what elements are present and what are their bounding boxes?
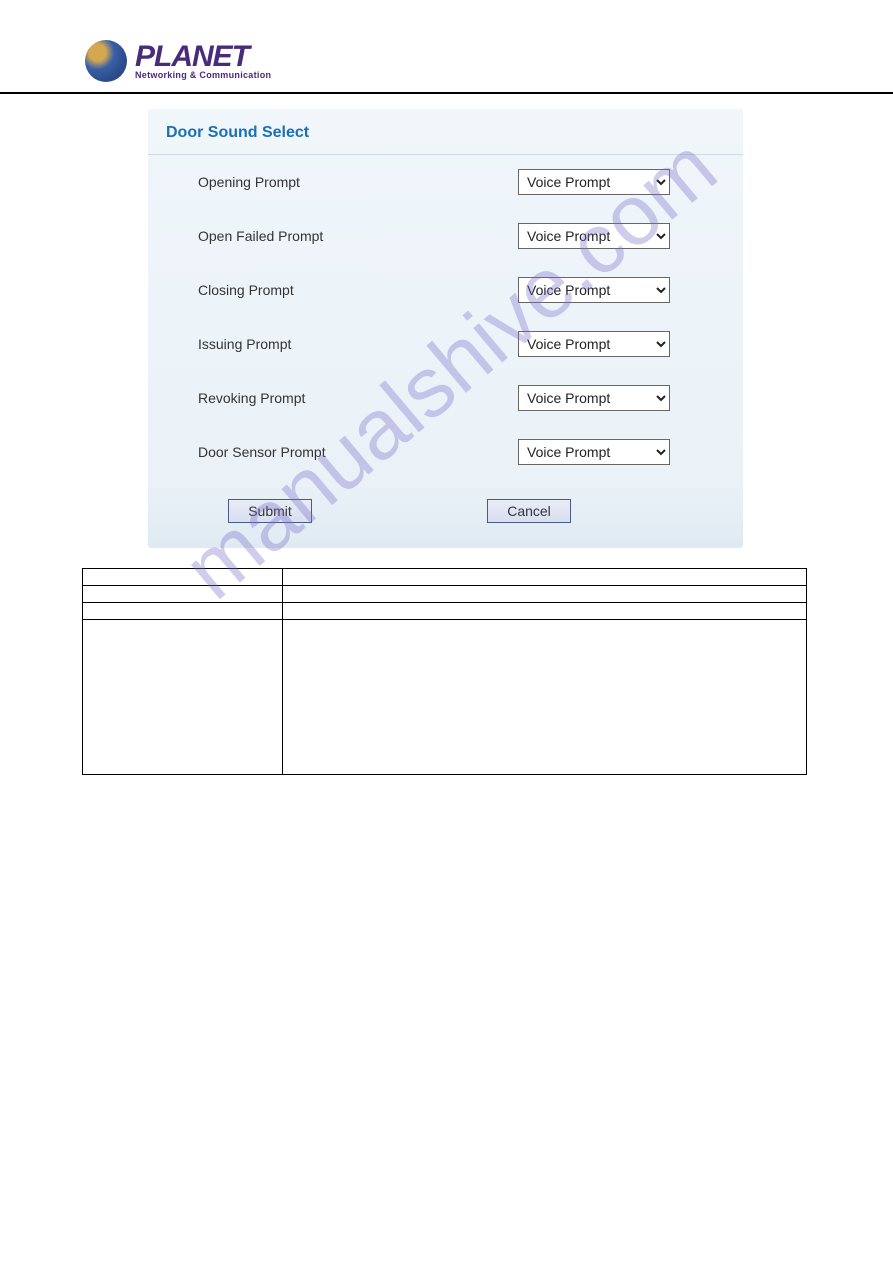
table-cell — [83, 569, 283, 586]
closing-prompt-label: Closing Prompt — [198, 282, 518, 298]
door-sensor-prompt-row: Door Sensor Prompt Voice Prompt — [148, 425, 743, 479]
planet-logo-icon — [85, 40, 127, 82]
door-sensor-prompt-label: Door Sensor Prompt — [198, 444, 518, 460]
page-header: PLANET Networking & Communication — [0, 0, 893, 94]
table-row — [83, 620, 807, 775]
logo-text-block: PLANET Networking & Communication — [135, 43, 271, 80]
opening-prompt-label: Opening Prompt — [198, 174, 518, 190]
table-row — [83, 586, 807, 603]
table-cell — [283, 569, 807, 586]
table-row — [83, 569, 807, 586]
table-cell — [83, 603, 283, 620]
revoking-prompt-row: Revoking Prompt Voice Prompt — [148, 371, 743, 425]
table-row — [83, 603, 807, 620]
table-cell — [83, 620, 283, 775]
logo: PLANET Networking & Communication — [85, 40, 893, 82]
submit-button[interactable]: Submit — [228, 499, 312, 523]
closing-prompt-row: Closing Prompt Voice Prompt — [148, 263, 743, 317]
revoking-prompt-label: Revoking Prompt — [198, 390, 518, 406]
table-cell — [283, 586, 807, 603]
open-failed-prompt-row: Open Failed Prompt Voice Prompt — [148, 209, 743, 263]
issuing-prompt-label: Issuing Prompt — [198, 336, 518, 352]
door-sound-panel: Door Sound Select Opening Prompt Voice P… — [148, 109, 743, 548]
panel-title: Door Sound Select — [148, 109, 743, 155]
logo-sub-text: Networking & Communication — [135, 70, 271, 80]
description-table — [82, 568, 807, 775]
issuing-prompt-select[interactable]: Voice Prompt — [518, 331, 670, 357]
opening-prompt-row: Opening Prompt Voice Prompt — [148, 155, 743, 209]
closing-prompt-select[interactable]: Voice Prompt — [518, 277, 670, 303]
logo-main-text: PLANET — [135, 43, 271, 70]
table-cell — [283, 603, 807, 620]
open-failed-prompt-select[interactable]: Voice Prompt — [518, 223, 670, 249]
cancel-button[interactable]: Cancel — [487, 499, 571, 523]
table-cell — [283, 620, 807, 775]
table-cell — [83, 586, 283, 603]
open-failed-prompt-label: Open Failed Prompt — [198, 228, 518, 244]
issuing-prompt-row: Issuing Prompt Voice Prompt — [148, 317, 743, 371]
opening-prompt-select[interactable]: Voice Prompt — [518, 169, 670, 195]
door-sensor-prompt-select[interactable]: Voice Prompt — [518, 439, 670, 465]
button-row: Submit Cancel — [148, 479, 743, 523]
revoking-prompt-select[interactable]: Voice Prompt — [518, 385, 670, 411]
